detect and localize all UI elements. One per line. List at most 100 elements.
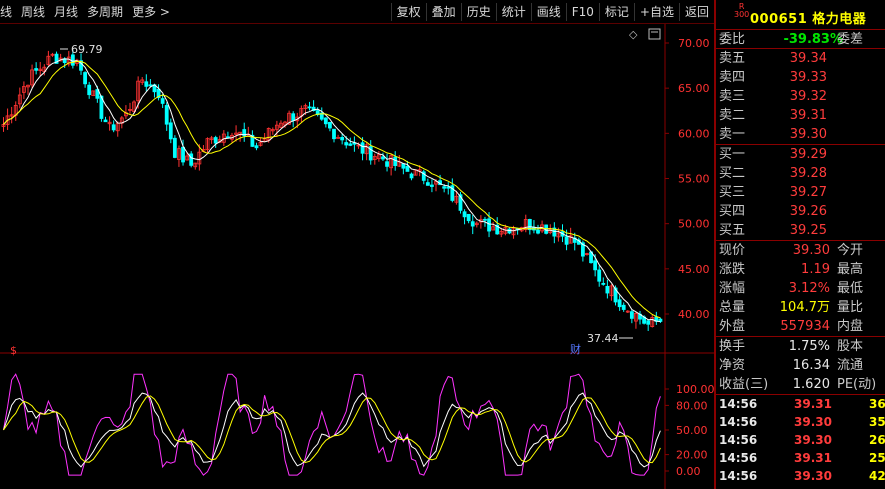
trade-row: 14:56 39.30 26 <box>716 431 885 449</box>
hs300-badge: R 300 <box>734 2 750 19</box>
kline-chart[interactable]: 70.00 65.00 60.00 55.00 50.00 45.00 40.00 100.0… <box>0 24 714 489</box>
draw-button[interactable]: 画线 <box>530 3 566 21</box>
candle-body <box>536 229 540 234</box>
candle-body <box>601 283 606 285</box>
tab-week-line[interactable]: 周线 <box>21 4 45 20</box>
financial-report-marker[interactable]: 财 <box>570 342 581 356</box>
quote-stats: 现价 39.30 今开 涨跌 1.19 最高 涨幅 3.12% 最低 总量 104.7万 量比 外盘 55… <box>716 241 885 337</box>
back-button[interactable]: 返回 <box>678 3 714 21</box>
low-price-label: 37.44 <box>587 332 619 345</box>
trade-time: 14:56 <box>719 397 758 411</box>
ask-levels: 卖五 39.34 卖四 39.33 卖三 39.32 卖二 39.31 卖一 39.30 <box>716 49 885 145</box>
candle-body <box>629 311 634 319</box>
osc-tick-label: 20.00 <box>676 449 708 462</box>
stats-button[interactable]: 统计 <box>495 3 531 21</box>
candle-body <box>381 156 385 160</box>
trade-volume: 35 <box>869 415 885 429</box>
tab-day-line[interactable]: 线 <box>0 4 12 20</box>
price-tick-label: 55.00 <box>678 173 710 186</box>
quote-row: 涨跌 1.19 最高 <box>719 262 864 277</box>
candle-body <box>405 165 410 172</box>
osc-tick-label: 0.00 <box>676 465 701 478</box>
candle-body <box>307 106 312 109</box>
candle-body <box>442 186 447 189</box>
ma-fast-line <box>3 58 661 323</box>
quote-panel: R 300 000651 格力电器 委比 -39.83% 委差 卖五 39.34 卖… <box>714 0 885 489</box>
add-watchlist-button[interactable]: +自选 <box>633 3 679 21</box>
candle-body <box>605 286 610 294</box>
osc-tick-label: 80.00 <box>676 399 708 412</box>
kline-svg[interactable]: 70.00 65.00 60.00 55.00 50.00 45.00 40.00 100.0… <box>0 24 714 489</box>
overlay-button[interactable]: 叠加 <box>425 3 461 21</box>
ask-row: 卖三 39.32 <box>719 89 827 104</box>
osc-k-line <box>3 392 661 468</box>
fin-row: 收益(三) 1.620 PE(动) <box>719 377 877 392</box>
trade-row: 14:56 39.30 42 <box>716 467 885 485</box>
trade-volume: 36 <box>869 397 885 411</box>
period-tabs: 线 周线 月线 多周期 更多 > <box>0 4 179 20</box>
candle-body <box>148 84 153 87</box>
candle-body <box>409 173 414 179</box>
trade-volume: 26 <box>869 433 885 447</box>
tab-month-line[interactable]: 月线 <box>54 4 78 20</box>
trade-price: 39.31 <box>794 397 832 411</box>
tab-multi-period[interactable]: 多周期 <box>87 4 123 20</box>
bid-row: 买五 39.25 <box>719 223 827 238</box>
quote-row: 现价 39.30 今开 <box>719 243 864 258</box>
osc-tick-label: 50.00 <box>676 424 708 437</box>
tick-trades: 14:56 39.31 36 14:56 39.30 35 14:56 39.30 26 14:5… <box>716 395 885 485</box>
trade-time: 14:56 <box>719 415 758 429</box>
trade-row: 14:56 39.31 25 <box>716 449 885 467</box>
candle-body <box>360 142 365 154</box>
trade-price: 39.30 <box>794 469 832 483</box>
trade-row: 14:56 39.31 36 <box>716 395 885 413</box>
trade-time: 14:56 <box>719 433 758 447</box>
candle-body <box>226 136 230 139</box>
oscillator-lines <box>3 373 661 476</box>
candle-body <box>160 98 165 104</box>
bid-row: 买四 39.26 <box>719 204 827 219</box>
trade-time: 14:56 <box>719 469 758 483</box>
fin-row: 净资 16.34 流通 <box>719 358 864 373</box>
dollar-marker[interactable]: $ <box>10 344 17 357</box>
bid-row: 买一 39.29 <box>719 147 827 162</box>
f10-button[interactable]: F10 <box>565 3 599 21</box>
candle-body <box>87 84 92 96</box>
ask-row: 卖二 39.31 <box>719 108 827 123</box>
candle-body <box>597 269 602 282</box>
candle-body <box>393 156 398 166</box>
candle-body <box>401 163 406 169</box>
candle-body <box>344 142 349 146</box>
fin-row: 换手 1.75% 股本 <box>719 339 864 354</box>
quote-row: 总量 104.7万 量比 <box>719 300 864 315</box>
candle-body <box>336 136 340 139</box>
ask-row: 卖一 39.30 <box>719 127 827 142</box>
weibi-row: 委比 -39.83% 委差 <box>716 30 885 49</box>
trade-price: 39.31 <box>794 451 832 465</box>
tab-more[interactable]: 更多 > <box>132 4 170 20</box>
candle-body <box>164 105 169 125</box>
candle-body <box>466 213 471 222</box>
price-tick-label: 70.00 <box>678 37 710 50</box>
ask-row: 卖五 39.34 <box>719 51 827 66</box>
window-button-icon[interactable] <box>648 28 661 40</box>
candle-body <box>425 182 430 186</box>
ask-row: 卖四 39.33 <box>719 70 827 85</box>
candle-body <box>593 260 598 271</box>
bid-row: 买三 39.27 <box>719 185 827 200</box>
candle-body <box>487 218 491 232</box>
candle-body <box>34 68 39 71</box>
stock-title: R 300 000651 格力电器 <box>716 0 885 30</box>
trade-price: 39.30 <box>794 433 832 447</box>
price-moving-averages <box>3 48 661 339</box>
history-button[interactable]: 历史 <box>460 3 496 21</box>
adjust-button[interactable]: 复权 <box>390 3 426 21</box>
candle-body <box>470 221 475 227</box>
candle-body <box>70 54 75 66</box>
price-tick-label: 40.00 <box>678 308 710 321</box>
high-price-label: 69.79 <box>71 43 103 56</box>
mark-button[interactable]: 标记 <box>598 3 634 21</box>
candle-body <box>168 122 173 140</box>
trade-volume: 42 <box>869 469 885 483</box>
diamond-icon[interactable]: ◇ <box>629 28 638 41</box>
